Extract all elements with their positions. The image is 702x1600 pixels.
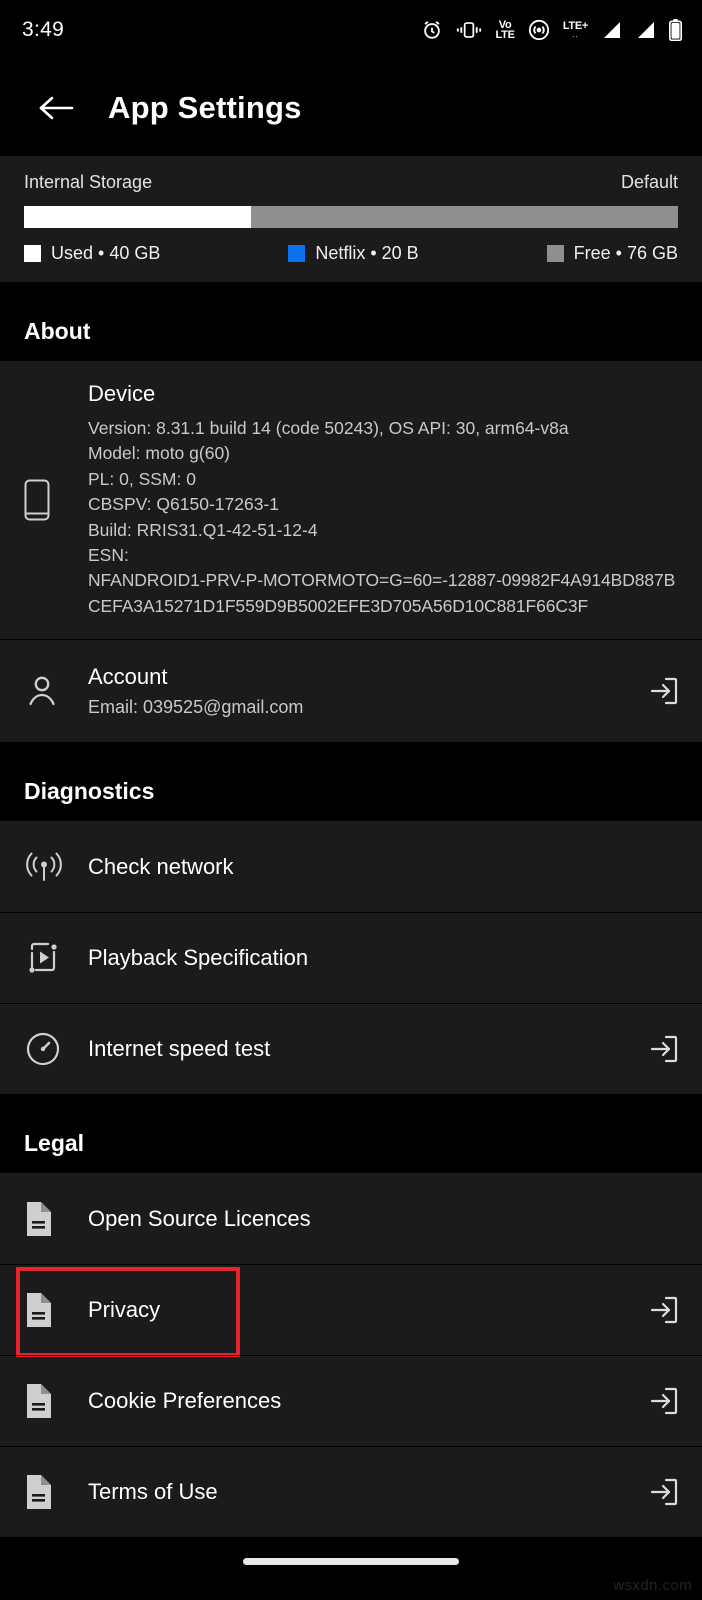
lte-plus-icon: LTE+ ..	[563, 21, 588, 39]
device-esn-label: ESN:	[88, 544, 129, 565]
row-open-source-licences[interactable]: Open Source Licences	[0, 1173, 702, 1264]
internet-speed-test-body: Internet speed test	[88, 1036, 626, 1062]
device-pl-ssm: PL: 0, SSM: 0	[88, 468, 196, 489]
legend-free-swatch	[546, 245, 564, 262]
about-rows: Device Version: 8.31.1 build 14 (code 50…	[0, 361, 702, 742]
row-playback-specification[interactable]: Playback Specification	[0, 912, 702, 1003]
device-cbspv: CBSPV: Q6150-17263-1	[88, 494, 279, 515]
device-model: Model: moto g(60)	[88, 443, 231, 464]
legal-rows: Open Source Licences Privacy Cookie Pref…	[0, 1173, 702, 1537]
document-icon	[24, 1201, 88, 1237]
row-privacy[interactable]: Privacy	[0, 1264, 702, 1357]
signal-sim1-icon	[601, 21, 622, 40]
diagnostics-rows: Check network Playback Specification Int…	[0, 821, 702, 1094]
cookie-preferences-open-external[interactable]	[626, 1385, 680, 1417]
storage-bar	[24, 206, 678, 228]
battery-icon	[669, 19, 682, 41]
status-clock: 3:49	[22, 18, 65, 41]
speedometer-icon	[24, 1030, 88, 1068]
terms-of-use-label: Terms of Use	[88, 1479, 218, 1504]
status-bar: 3:49 Vo LTE LTE+ ..	[0, 0, 702, 60]
storage-label: Internal Storage	[24, 172, 153, 192]
row-terms-of-use[interactable]: Terms of Use	[0, 1446, 702, 1537]
device-version: Version: 8.31.1 build 14 (code 50243), O…	[88, 418, 569, 438]
app-bar: App Settings	[0, 60, 702, 156]
legend-used-label: Used • 40 GB	[51, 243, 161, 263]
legend-free: Free • 76 GB	[546, 243, 678, 264]
check-network-body: Check network	[88, 854, 626, 880]
account-title: Account	[88, 664, 168, 689]
open-source-licences-label: Open Source Licences	[88, 1205, 311, 1231]
lte-sub: ..	[572, 30, 579, 39]
account-email: Email: 039525@gmail.com	[88, 697, 304, 717]
open-external-icon	[648, 1385, 680, 1417]
open-external-icon	[648, 1033, 680, 1065]
open-source-licences-body: Open Source Licences	[88, 1206, 626, 1232]
legend-netflix: Netflix • 20 B	[288, 243, 419, 264]
home-gesture-handle[interactable]	[243, 1558, 459, 1565]
terms-of-use-body: Terms of Use	[88, 1479, 626, 1505]
device-build: Build: RRIS31.Q1-42-51-12-4	[88, 519, 318, 540]
broadcast-icon	[24, 849, 88, 885]
document-icon	[24, 1474, 88, 1510]
playback-specification-label: Playback Specification	[88, 945, 309, 970]
section-header-diagnostics: Diagnostics	[0, 742, 702, 821]
alarm-icon	[421, 19, 443, 41]
device-title: Device	[88, 381, 156, 406]
row-internet-speed-test[interactable]: Internet speed test	[0, 1003, 702, 1094]
legend-free-label: Free • 76 GB	[573, 243, 678, 263]
storage-bar-free	[250, 206, 678, 228]
legend-used: Used • 40 GB	[24, 243, 160, 264]
playback-icon	[24, 939, 88, 977]
open-external-icon	[648, 1294, 680, 1326]
storage-legend: Used • 40 GB Netflix • 20 B Free • 76 GB	[24, 243, 678, 264]
navigation-bar: wsxdn.com	[0, 1537, 702, 1600]
status-icons: Vo LTE LTE+ ..	[421, 19, 682, 41]
privacy-body: Privacy	[88, 1297, 626, 1323]
arrow-back-icon	[38, 93, 74, 123]
document-icon	[24, 1383, 88, 1419]
legend-netflix-label: Netflix • 20 B	[315, 243, 419, 263]
hotspot-icon	[528, 19, 550, 41]
internet-speed-test-open-external[interactable]	[626, 1033, 680, 1065]
row-account[interactable]: Account Email: 039525@gmail.com	[0, 639, 702, 742]
cookie-preferences-body: Cookie Preferences	[88, 1388, 626, 1414]
person-icon	[24, 673, 88, 709]
page-title: App Settings	[108, 90, 302, 125]
volte-icon: Vo LTE	[495, 19, 515, 41]
section-header-about: About	[0, 282, 702, 361]
privacy-label: Privacy	[88, 1297, 161, 1322]
device-esn-value: NFANDROID1-PRV-P-MOTORMOTO=G=60=-12887-0…	[88, 570, 676, 616]
account-body: Account Email: 039525@gmail.com	[88, 664, 626, 718]
phone-icon	[24, 479, 88, 521]
volte-bottom: LTE	[495, 29, 515, 41]
playback-specification-body: Playback Specification	[88, 945, 626, 971]
internet-speed-test-label: Internet speed test	[88, 1036, 271, 1061]
device-body: Device Version: 8.31.1 build 14 (code 50…	[88, 381, 680, 619]
legend-netflix-swatch	[288, 245, 306, 262]
document-icon	[24, 1292, 88, 1328]
phone-screen: 3:49 Vo LTE LTE+ .. App Settings Interna…	[0, 0, 702, 1600]
open-external-icon	[648, 1476, 680, 1508]
vibrate-icon	[456, 20, 482, 40]
watermark: wsxdn.com	[613, 1577, 692, 1594]
row-cookie-preferences[interactable]: Cookie Preferences	[0, 1355, 702, 1446]
check-network-label: Check network	[88, 853, 234, 879]
row-check-network[interactable]: Check network	[0, 821, 702, 912]
row-device[interactable]: Device Version: 8.31.1 build 14 (code 50…	[0, 361, 702, 639]
section-header-legal: Legal	[0, 1094, 702, 1173]
device-details: Version: 8.31.1 build 14 (code 50243), O…	[88, 416, 680, 619]
open-external-icon	[648, 675, 680, 707]
signal-sim2-icon	[635, 21, 656, 40]
storage-header: Internal Storage Default	[24, 172, 678, 193]
back-button[interactable]	[34, 86, 78, 130]
account-open-external[interactable]	[626, 675, 680, 707]
internal-storage-card: Internal Storage Default Used • 40 GB Ne…	[0, 156, 702, 282]
cookie-preferences-label: Cookie Preferences	[88, 1388, 282, 1413]
storage-bar-used	[24, 206, 251, 228]
terms-of-use-open-external[interactable]	[626, 1476, 680, 1508]
legend-used-swatch	[24, 245, 41, 262]
storage-value: Default	[620, 172, 678, 192]
privacy-open-external[interactable]	[626, 1294, 680, 1326]
